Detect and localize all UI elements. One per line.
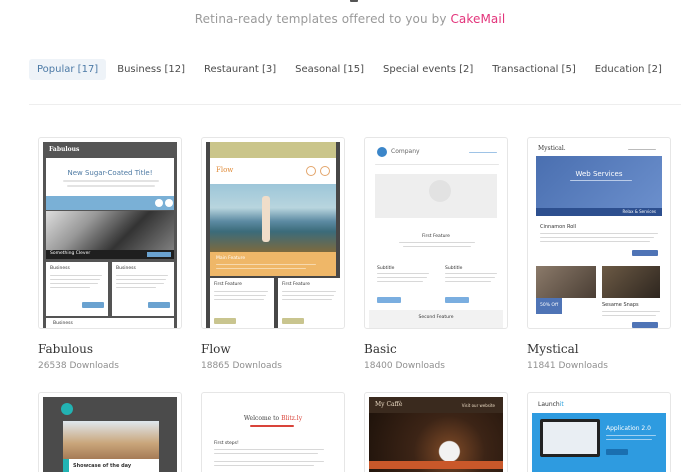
preview-feature1: First Feature bbox=[422, 234, 450, 239]
section-divider bbox=[29, 104, 681, 105]
preview-cafe-link: Visit our website bbox=[461, 403, 495, 408]
template-card-basic[interactable]: Company First Feature Subtitle Subtitle … bbox=[364, 137, 508, 329]
preview-logo: Fabulous bbox=[49, 146, 80, 153]
preview-item: Cinnamon Roll bbox=[540, 224, 577, 230]
preview-subtitle2: Subtitle bbox=[445, 266, 463, 271]
template-preview: Flow Main Feature First Feature First Fe… bbox=[206, 142, 340, 328]
preview-launch-brand: it bbox=[559, 401, 564, 408]
template-preview: My Caffè Visit our website bbox=[369, 397, 503, 472]
preview-feature: Main Feature bbox=[216, 256, 246, 261]
preview-strip: Relax & Services bbox=[622, 209, 656, 214]
preview-title: Flow bbox=[216, 166, 234, 174]
template-preview: Welcome to Blitz.ly First steps! bbox=[206, 397, 340, 472]
template-card-row2-4[interactable]: Launchit Application 2.0 bbox=[527, 392, 671, 472]
template-downloads: 26538 Downloads bbox=[38, 361, 119, 371]
preview-banner: Web Services bbox=[575, 170, 623, 178]
preview-logo: Company bbox=[391, 148, 420, 155]
template-card-row2-2[interactable]: Welcome to Blitz.ly First steps! bbox=[201, 392, 345, 472]
preview-banner: Something Clever bbox=[50, 251, 91, 256]
preview-footer-title: Business bbox=[53, 321, 73, 326]
template-card-flow[interactable]: Flow Main Feature First Feature First Fe… bbox=[201, 137, 345, 329]
template-preview: Showcase of the day bbox=[43, 397, 177, 472]
template-downloads: 18865 Downloads bbox=[201, 361, 282, 371]
template-downloads: 11841 Downloads bbox=[527, 361, 608, 371]
preview-body-title: First steps! bbox=[214, 441, 239, 446]
tab-seasonal[interactable]: Seasonal [15] bbox=[287, 59, 372, 80]
header-cutoff-glyph bbox=[350, 0, 358, 2]
preview-col2-title: Business bbox=[116, 266, 136, 271]
template-card-mystical[interactable]: Mystical. Web Services Relax & Services … bbox=[527, 137, 671, 329]
brand-link[interactable]: CakeMail bbox=[450, 12, 505, 26]
tab-popular[interactable]: Popular [17] bbox=[29, 59, 107, 80]
tab-transactional[interactable]: Transactional [5] bbox=[484, 59, 583, 80]
preview-app-title: Application 2.0 bbox=[606, 425, 651, 432]
template-name[interactable]: Fabulous bbox=[38, 342, 93, 356]
preview-cafe-title: My Caffè bbox=[375, 401, 403, 408]
tab-special-events[interactable]: Special events [2] bbox=[375, 59, 481, 80]
tab-restaurant[interactable]: Restaurant [3] bbox=[196, 59, 284, 80]
template-preview: Fabulous New Sugar-Coated Title! Somethi… bbox=[43, 142, 177, 328]
preview-col1-title: Business bbox=[50, 266, 70, 271]
template-name[interactable]: Flow bbox=[201, 342, 231, 356]
preview-welcome-title: Welcome to bbox=[243, 415, 280, 422]
preview-launch-title: Launch bbox=[538, 401, 560, 408]
template-name[interactable]: Basic bbox=[364, 342, 397, 356]
preview-col2-title: First Feature bbox=[282, 282, 310, 287]
template-card-row2-3[interactable]: My Caffè Visit our website bbox=[364, 392, 508, 472]
preview-col1-title: First Feature bbox=[214, 282, 242, 287]
preview-subtitle1: Subtitle bbox=[377, 266, 395, 271]
template-card-row2-1[interactable]: Showcase of the day bbox=[38, 392, 182, 472]
preview-logo: Mystical. bbox=[538, 145, 566, 152]
template-preview: Mystical. Web Services Relax & Services … bbox=[532, 142, 666, 328]
preview-title: New Sugar-Coated Title! bbox=[67, 169, 153, 177]
template-name[interactable]: Mystical bbox=[527, 342, 579, 356]
tab-education[interactable]: Education [2] bbox=[587, 59, 670, 80]
tab-business[interactable]: Business [12] bbox=[109, 59, 193, 80]
company-logo-icon bbox=[377, 147, 387, 157]
template-preview: Company First Feature Subtitle Subtitle … bbox=[369, 142, 503, 328]
image-placeholder-icon bbox=[429, 180, 451, 202]
preview-showcase-label: Showcase of the day bbox=[73, 463, 132, 469]
preview-item2: Sesame Snaps bbox=[602, 302, 639, 308]
subtitle-text: Retina-ready templates offered to you by bbox=[194, 12, 451, 26]
page-subtitle: Retina-ready templates offered to you by… bbox=[0, 12, 700, 26]
category-tabs: Popular [17] Business [12] Restaurant [3… bbox=[29, 59, 673, 80]
preview-feature2: Second Feature bbox=[418, 315, 454, 320]
template-card-fabulous[interactable]: Fabulous New Sugar-Coated Title! Somethi… bbox=[38, 137, 182, 329]
preview-price: 50% Off bbox=[540, 303, 559, 308]
template-preview: Launchit Application 2.0 bbox=[532, 397, 666, 472]
preview-brand: Blitz.ly bbox=[281, 415, 303, 422]
template-downloads: 18400 Downloads bbox=[364, 361, 445, 371]
